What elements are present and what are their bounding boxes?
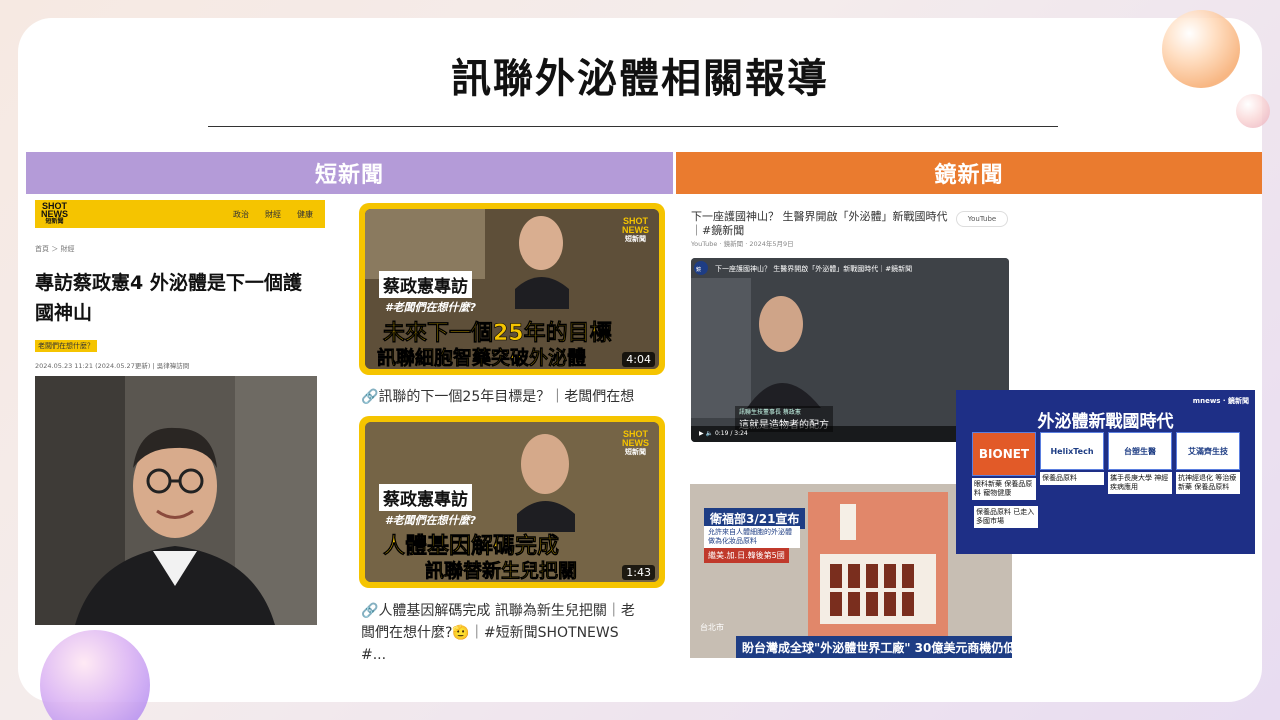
company-logo: HelixTech bbox=[1040, 432, 1104, 470]
company-card: HelixTech 保養品原料 bbox=[1040, 432, 1104, 500]
thumbnail-line2: 訊聯細胞智藥突破外泌體 bbox=[377, 347, 587, 369]
company-card: BIONET 眼科新藥 保養品原料 寵物健康 bbox=[972, 432, 1036, 500]
slide-title: 訊聯外泌體相關報導 bbox=[451, 56, 829, 102]
site-nav: 政治 財經 健康 bbox=[233, 209, 319, 220]
company-card: 艾滿齊生技 抗神經退化 等治療新藥 保養品原料 bbox=[1176, 432, 1240, 500]
video-caption[interactable]: 🔗訊聯的下一個25年目標是？｜老闆們在想 bbox=[361, 386, 646, 408]
news-ticker: 盼台灣成全球"外泌體世界工廠" 30億美元商機仍低估 bbox=[736, 636, 1012, 658]
company-logo: 台塑生醫 bbox=[1108, 432, 1172, 470]
svg-text:鏡: 鏡 bbox=[696, 266, 701, 273]
section-header-mirror: 鏡新聞 bbox=[676, 152, 1262, 194]
interview-photo bbox=[35, 376, 317, 625]
thumbnail-hashtag: #老闆們在想什麼? bbox=[385, 514, 477, 527]
news-highlight-box: 繼美.加.日.韓後第5國 bbox=[704, 548, 789, 563]
thumbnail-image: SHOT NEWS 短新聞 蔡政憲專訪 #老闆們在想什麼? 未來下一個25年的目標… bbox=[365, 209, 659, 369]
youtube-open-button[interactable]: YouTube bbox=[956, 211, 1008, 227]
news-subtitle-box: 允許來自人體細胞的外泌體做為化妝品原料 bbox=[704, 526, 800, 548]
video-duration: 1:43 bbox=[622, 565, 655, 580]
section-header-shotnews: 短新聞 bbox=[26, 152, 673, 194]
thumbnail-label: 蔡政憲專訪 bbox=[379, 484, 472, 511]
nav-item-finance[interactable]: 財經 bbox=[265, 209, 281, 220]
article-meta: 2024.05.23 11:21 (2024.05.27更新) | 吳律禕訪問 bbox=[35, 362, 190, 370]
news-location: 台北市 bbox=[700, 623, 724, 632]
title-divider bbox=[208, 126, 1058, 127]
player-title: 下一座護國神山？ 生醫界開啟「外泌體」新戰國時代｜#鏡新聞 bbox=[715, 265, 913, 273]
player-time: 0:19 / 3:24 bbox=[714, 430, 748, 437]
company-desc: 保養品原料 bbox=[1040, 472, 1104, 485]
article-screenshot[interactable]: SHOT NEWS 短新聞 政治 財經 健康 首頁 ＞ 財經 專訪蔡政憲4 外泌… bbox=[35, 200, 325, 625]
thumbnail-label: 蔡政憲專訪 bbox=[379, 271, 472, 298]
company-logo: BIONET bbox=[972, 432, 1036, 476]
youtube-meta: YouTube · 鏡新聞 · 2024年5月9日 bbox=[691, 240, 794, 248]
tv-card-headline: 外泌體新戰國時代 bbox=[1037, 412, 1174, 432]
mnews-logo: mnews · 鏡新聞 bbox=[1192, 397, 1249, 405]
thumbnail-hashtag: #老闆們在想什麼? bbox=[385, 301, 477, 314]
video-thumbnail[interactable]: SHOT NEWS 短新聞 蔡政憲專訪 #老闆們在想什麼? 未來下一個25年的目標… bbox=[359, 203, 665, 375]
article-tag[interactable]: 老闆們在想什麼？ bbox=[35, 340, 97, 352]
tv-graphic-card[interactable]: mnews · 鏡新聞 外泌體新戰國時代 BIONET 眼科新藥 保養品原料 寵… bbox=[956, 390, 1255, 554]
video-caption[interactable]: 🔗人體基因解碼完成 訊聯為新生兒把關｜老闆們在想什麼?🫡｜#短新聞SHOTNEW… bbox=[361, 600, 646, 666]
link-icon: 🔗 bbox=[361, 603, 379, 619]
play-icon[interactable]: ▶ bbox=[699, 430, 704, 437]
company-logo: 艾滿齊生技 bbox=[1176, 432, 1240, 470]
shotnews-logo[interactable]: SHOT NEWS 短新聞 bbox=[41, 202, 68, 226]
company-desc: 攜手長庚大學 神經疾病應用 bbox=[1108, 472, 1172, 494]
shotnews-badge: SHOT NEWS 短新聞 bbox=[622, 429, 649, 457]
link-icon: 🔗 bbox=[361, 389, 379, 405]
company-note: 保養品原料 已走入多國市場 bbox=[974, 506, 1038, 528]
nav-item-politics[interactable]: 政治 bbox=[233, 209, 249, 220]
shotnews-badge: SHOT NEWS 短新聞 bbox=[622, 216, 649, 244]
video-duration: 4:04 bbox=[622, 352, 655, 367]
video-thumbnail[interactable]: SHOT NEWS 短新聞 蔡政憲專訪 #老闆們在想什麼? 人體基因解碼完成 訊聯… bbox=[359, 416, 665, 588]
thumbnail-line2: 訊聯替新生兒把關 bbox=[425, 560, 578, 582]
company-grid: BIONET 眼科新藥 保養品原料 寵物健康 HelixTech 保養品原料 台… bbox=[972, 432, 1240, 500]
article-headline: 專訪蔡政憲4 外泌體是下一個護國神山 bbox=[35, 272, 302, 324]
company-desc: 抗神經退化 等治療新藥 保養品原料 bbox=[1176, 472, 1240, 494]
company-card: 台塑生醫 攜手長庚大學 神經疾病應用 bbox=[1108, 432, 1172, 500]
volume-icon[interactable]: 🔈 bbox=[706, 430, 713, 437]
nav-item-health[interactable]: 健康 bbox=[297, 209, 313, 220]
youtube-video-title[interactable]: 下一座護國神山？ 生醫界開啟「外泌體」新戰國時代｜#鏡新聞 bbox=[691, 210, 951, 238]
company-desc: 眼科新藥 保養品原料 寵物健康 bbox=[972, 478, 1036, 500]
site-header: SHOT NEWS 短新聞 政治 財經 健康 bbox=[35, 200, 325, 228]
breadcrumb[interactable]: 首頁 ＞ 財經 bbox=[35, 244, 325, 254]
thumbnail-image: SHOT NEWS 短新聞 蔡政憲專訪 #老闆們在想什麼? 人體基因解碼完成 訊聯… bbox=[365, 422, 659, 582]
